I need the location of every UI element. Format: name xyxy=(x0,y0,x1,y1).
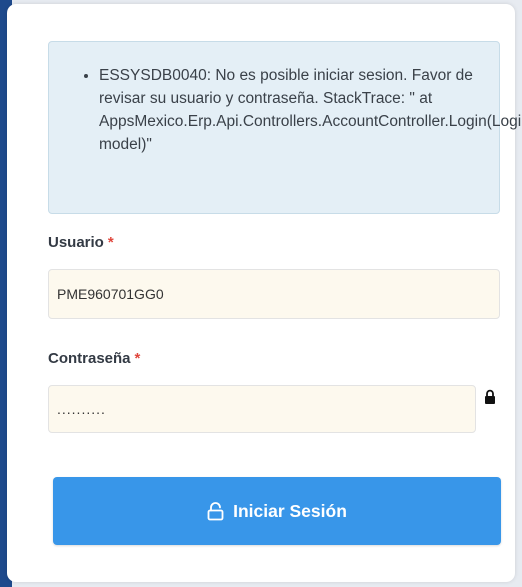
unlock-icon xyxy=(207,501,224,520)
username-required-mark: * xyxy=(107,234,114,251)
password-label: Contraseña * xyxy=(48,350,140,367)
password-label-text: Contraseña xyxy=(48,350,131,367)
error-alert: ESSYSDB0040: No es posible iniciar sesio… xyxy=(48,41,522,214)
username-input[interactable] xyxy=(48,269,500,319)
username-label: Usuario * xyxy=(48,234,114,251)
login-button-label: Iniciar Sesión xyxy=(233,500,347,521)
login-button[interactable]: Iniciar Sesión xyxy=(53,477,501,545)
username-label-text: Usuario xyxy=(48,234,104,251)
password-input[interactable] xyxy=(48,385,476,433)
error-message: ESSYSDB0040: No es posible iniciar sesio… xyxy=(99,64,522,156)
error-list: ESSYSDB0040: No es posible iniciar sesio… xyxy=(49,42,522,156)
lock-icon xyxy=(485,389,495,404)
password-required-mark: * xyxy=(134,350,141,367)
login-card: ESSYSDB0040: No es posible iniciar sesio… xyxy=(7,4,522,582)
